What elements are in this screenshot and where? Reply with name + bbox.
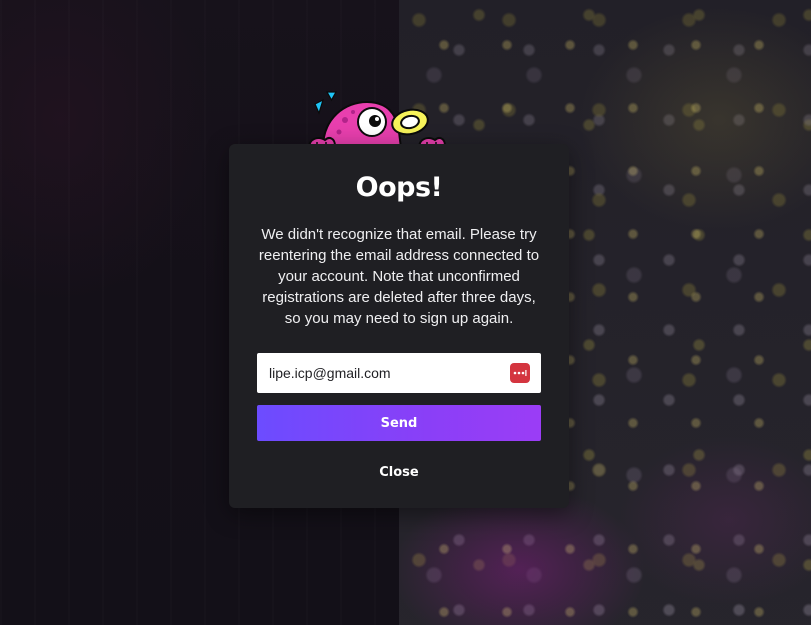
email-input[interactable] [257, 354, 499, 392]
mascot-icon [308, 91, 446, 150]
password-manager-icon[interactable] [510, 363, 530, 383]
page-background: Oops! We didn't recognize that email. Pl… [0, 0, 811, 625]
email-field-container [257, 353, 541, 393]
dialog-title: Oops! [355, 172, 443, 203]
send-button[interactable]: Send [257, 405, 541, 441]
email-not-found-dialog: Oops! We didn't recognize that email. Pl… [229, 144, 569, 508]
close-button[interactable]: Close [349, 458, 449, 486]
dialog-message: We didn't recognize that email. Please t… [258, 226, 540, 327]
